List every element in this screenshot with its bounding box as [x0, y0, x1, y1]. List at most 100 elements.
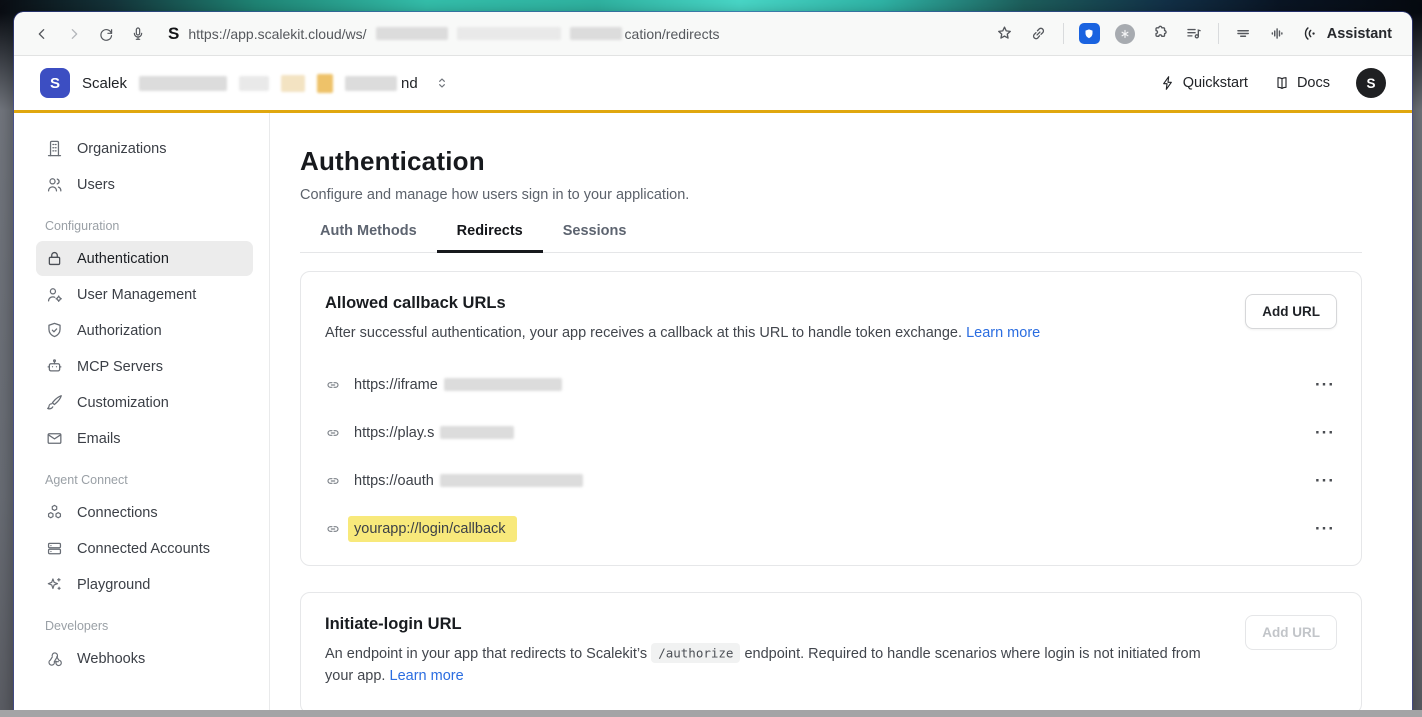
sidebar-item-mcp-servers[interactable]: MCP Servers [36, 349, 253, 384]
tab-bar: Auth Methods Redirects Sessions [300, 223, 1362, 253]
learn-more-link[interactable]: Learn more [966, 325, 1040, 341]
callback-url-text: https://play.s [354, 425, 434, 441]
redacted-text [457, 27, 561, 40]
copy-link-icon[interactable] [1029, 19, 1048, 49]
sidebar-item-customization[interactable]: Customization [36, 385, 253, 420]
sidebar-item-authorization[interactable]: Authorization [36, 313, 253, 348]
row-menu-button[interactable]: ··· [1313, 468, 1337, 493]
workspace-switcher[interactable]: S Scalek nd [40, 68, 450, 98]
redacted-text [440, 474, 583, 487]
workspace-name-suffix: nd [401, 75, 418, 92]
voice-bars-icon[interactable] [1268, 19, 1287, 49]
initiate-login-url-card: Initiate-login URL An endpoint in your a… [300, 592, 1362, 715]
callback-url-text: https://oauth [354, 473, 434, 489]
extension-puzzle-icon[interactable] [1150, 19, 1169, 49]
browser-window: S https://app.scalekit.cloud/ws/ cation/… [14, 12, 1412, 717]
sidebar-item-connections[interactable]: Connections [36, 495, 253, 530]
assistant-label: Assistant [1327, 26, 1392, 42]
redacted-text [376, 27, 448, 40]
paintbrush-icon [45, 393, 64, 412]
sparkles-icon [45, 575, 64, 594]
tab-auth-methods[interactable]: Auth Methods [300, 223, 437, 252]
link-icon [325, 425, 341, 441]
redacted-text [281, 75, 305, 92]
cubes-icon [45, 503, 64, 522]
forward-button[interactable] [58, 19, 90, 49]
card-title: Allowed callback URLs [325, 294, 1040, 313]
sidebar-item-emails[interactable]: Emails [36, 421, 253, 456]
sidebar-item-label: Emails [77, 431, 121, 447]
site-favicon: S [168, 24, 179, 44]
playlist-extension-icon[interactable] [1184, 19, 1203, 49]
microphone-icon[interactable] [122, 19, 154, 49]
browser-toolbar: S https://app.scalekit.cloud/ws/ cation/… [14, 12, 1412, 56]
scalekit-logo: S [40, 68, 70, 98]
user-gear-icon [45, 285, 64, 304]
bookmark-star-icon[interactable] [995, 19, 1014, 49]
screen-bottom-edge [0, 710, 1422, 717]
card-title: Initiate-login URL [325, 615, 1225, 634]
learn-more-link[interactable]: Learn more [390, 668, 464, 684]
user-avatar[interactable]: S [1356, 68, 1386, 98]
toolbar-divider [1218, 23, 1219, 44]
sidebar-item-label: Webhooks [77, 651, 145, 667]
sidebar-item-organizations[interactable]: Organizations [36, 131, 253, 166]
add-url-button-disabled[interactable]: Add URL [1245, 615, 1337, 650]
tab-sessions[interactable]: Sessions [543, 223, 647, 252]
link-icon [325, 377, 341, 393]
chevron-up-down-icon [434, 75, 450, 91]
back-button[interactable] [26, 19, 58, 49]
url-prefix: https://app.scalekit.cloud/ws/ [188, 26, 366, 42]
page-title: Authentication [300, 146, 1362, 177]
sidebar-item-user-management[interactable]: User Management [36, 277, 253, 312]
authorize-endpoint-code: /authorize [651, 643, 740, 663]
link-icon [325, 521, 341, 537]
toolbar-extensions: Assistant [995, 19, 1400, 49]
toolbar-divider [1063, 23, 1064, 44]
address-bar[interactable]: S https://app.scalekit.cloud/ws/ cation/… [154, 24, 995, 44]
webhook-icon [45, 649, 64, 668]
callback-url-row: https://iframe ··· [325, 361, 1337, 409]
reload-button[interactable] [90, 19, 122, 49]
redacted-text [444, 378, 562, 391]
sidebar-item-playground[interactable]: Playground [36, 567, 253, 602]
quickstart-button[interactable]: Quickstart [1160, 75, 1248, 91]
callback-url-row: https://oauth ··· [325, 457, 1337, 505]
shield-check-icon [45, 321, 64, 340]
quickstart-label: Quickstart [1183, 75, 1248, 91]
add-url-button[interactable]: Add URL [1245, 294, 1337, 329]
card-description: After successful authentication, your ap… [325, 325, 962, 341]
server-stack-icon [45, 539, 64, 558]
building-icon [45, 139, 64, 158]
robot-icon [45, 357, 64, 376]
sidebar-item-label: Organizations [77, 141, 166, 157]
row-menu-button[interactable]: ··· [1313, 372, 1337, 397]
sidebar-group-label: Developers [45, 619, 253, 633]
sidebar-item-authentication[interactable]: Authentication [36, 241, 253, 276]
sidebar-item-label: MCP Servers [77, 359, 163, 375]
page-subtitle: Configure and manage how users sign in t… [300, 187, 1362, 203]
sidebar-item-webhooks[interactable]: Webhooks [36, 641, 253, 676]
lock-icon [45, 249, 64, 268]
sidebar-item-label: Connected Accounts [77, 541, 210, 557]
password-manager-extension-icon[interactable] [1079, 23, 1100, 44]
sidebar-item-connected-accounts[interactable]: Connected Accounts [36, 531, 253, 566]
callback-url-row-highlighted: yourapp://login/callback ··· [325, 505, 1337, 553]
sidebar-item-users[interactable]: Users [36, 167, 253, 202]
reading-list-icon[interactable] [1234, 19, 1253, 49]
row-menu-button[interactable]: ··· [1313, 420, 1337, 445]
docs-button[interactable]: Docs [1274, 75, 1330, 91]
app-header: S Scalek nd Quickstart Docs S [14, 56, 1412, 110]
mail-icon [45, 429, 64, 448]
lightning-icon [1160, 75, 1176, 91]
redacted-text [239, 76, 269, 91]
redacted-text [440, 426, 514, 439]
sidebar-group-label: Configuration [45, 219, 253, 233]
extension-icon[interactable] [1115, 24, 1135, 44]
sidebar-item-label: Users [77, 177, 115, 193]
docs-label: Docs [1297, 75, 1330, 91]
url-suffix: cation/redirects [625, 26, 720, 42]
tab-redirects[interactable]: Redirects [437, 223, 543, 252]
row-menu-button[interactable]: ··· [1313, 516, 1337, 541]
assistant-button[interactable]: Assistant [1302, 24, 1392, 43]
